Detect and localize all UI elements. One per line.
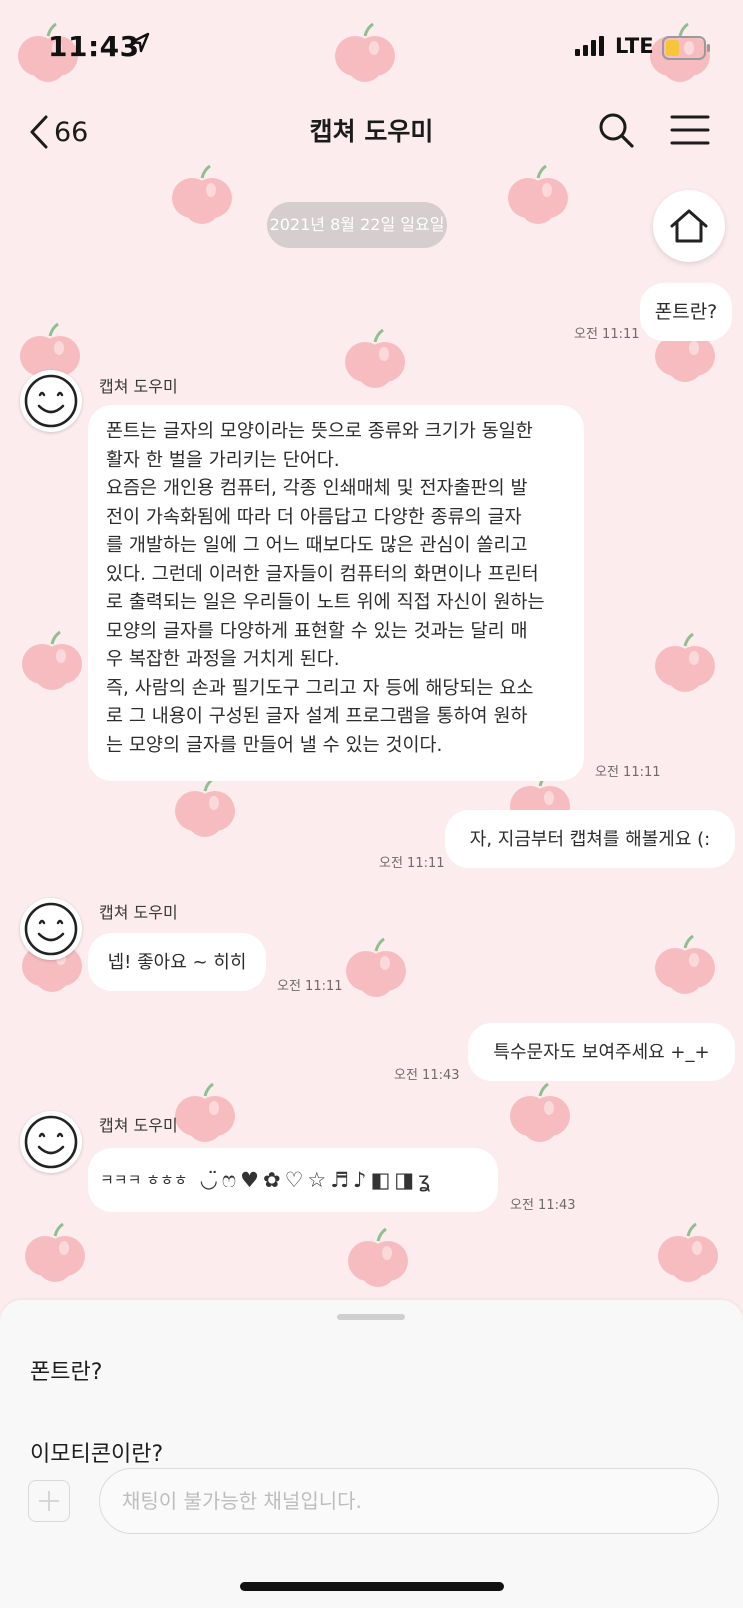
bottom-sheet: 폰트란? 이모티콘이란?	[0, 1300, 743, 1608]
message-line: 는 모양의 글자를 만들어 낼 수 있는 것이다.	[106, 734, 443, 756]
message-line: 폰트는 글자의 모양이라는 뜻으로 종류와 크기가 동일한	[106, 421, 533, 442]
message-time: 오전 11:43	[510, 1198, 576, 1213]
date-divider: 2021년 8월 22일 일요일	[267, 202, 447, 248]
symbol-glyph: ☆	[307, 1168, 327, 1192]
symbol-glyph: ♬	[330, 1168, 350, 1192]
status-bar: 11:43 LTE	[0, 0, 743, 96]
message-time: 오전 11:43	[394, 1068, 460, 1083]
symbol-glyph: ✿	[262, 1168, 281, 1192]
message-line: 우 복잡한 과정을 거치게 된다.	[106, 649, 340, 670]
plus-icon	[39, 1491, 59, 1511]
signal-icon	[575, 36, 604, 56]
chat-input[interactable]	[99, 1468, 719, 1534]
message-time: 오전 11:11	[277, 979, 343, 994]
my-message-bubble[interactable]: 자, 지금부터 캡쳐를 해볼게요 (:	[445, 810, 735, 868]
chat-header: 66 캡쳐 도우미	[0, 96, 743, 168]
search-icon[interactable]	[596, 110, 636, 150]
avatar[interactable]	[20, 898, 82, 960]
symbol-glyph: ◨	[394, 1168, 415, 1192]
symbol-glyph: ◧	[370, 1168, 391, 1192]
symbol-glyph: ʓ	[418, 1168, 431, 1192]
symbol-glyph: ♥	[240, 1168, 259, 1192]
message-line: 로 출력되는 일은 우리들이 노트 위에 직접 자신이 원하는	[106, 592, 545, 613]
bot-message-bubble[interactable]: 폰트는 글자의 모양이라는 뜻으로 종류와 크기가 동일한 활자 한 벌을 가리…	[88, 405, 584, 781]
plus-button[interactable]	[28, 1480, 70, 1522]
sheet-grabber[interactable]	[337, 1314, 405, 1320]
message-line: 모양의 글자를 다양하게 표현할 수 있는 것과는 달리 매	[106, 620, 528, 642]
message-text: 폰트란?	[654, 300, 718, 323]
status-time: 11:43	[48, 30, 140, 63]
location-arrow-icon	[130, 32, 150, 53]
my-message-bubble[interactable]: 특수문자도 보여주세요 +_+	[468, 1023, 735, 1081]
message-line: 활자 한 벌을 가리키는 단어다.	[106, 449, 340, 471]
symbol-glyph: ෆ	[221, 1168, 237, 1192]
bot-message-bubble[interactable]: ㅋㅋㅋ ㅎㅎㅎ ◡̈ ෆ ♥ ✿ ♡ ☆ ♬ ♪ ◧ ◨ ʓ	[88, 1148, 498, 1212]
message-line: 를 개발하는 일에 그 어느 때보다도 많은 관심이 쏠리고	[106, 535, 528, 556]
symbol-glyph: ♡	[284, 1168, 304, 1192]
bot-message-bubble[interactable]: 넵! 좋아요 ~ 히히	[88, 933, 266, 991]
sender-name: 캡쳐 도우미	[99, 377, 178, 396]
message-time: 오전 11:11	[595, 765, 661, 780]
message-line: 즉, 사람의 손과 필기도구 그리고 자 등에 해당되는 요소	[106, 677, 534, 699]
sender-name: 캡쳐 도우미	[99, 1116, 178, 1135]
sender-name: 캡쳐 도우미	[99, 903, 178, 922]
message-text: ㅋㅋㅋ ㅎㅎㅎ	[100, 1170, 188, 1189]
message-line: 요즘은 개인용 컴퓨터, 각종 인쇄매체 및 전자출판의 발	[106, 478, 528, 499]
message-text: 특수문자도 보여주세요 +_+	[493, 1041, 710, 1063]
home-indicator	[240, 1582, 504, 1591]
message-time: 오전 11:11	[574, 327, 640, 342]
home-button[interactable]	[653, 190, 725, 262]
smiley-avatar-icon	[24, 374, 78, 428]
quick-reply[interactable]: 폰트란?	[30, 1354, 102, 1386]
network-type: LTE	[615, 34, 654, 58]
home-icon	[670, 209, 708, 243]
avatar[interactable]	[20, 1111, 82, 1173]
my-message-bubble[interactable]: 폰트란?	[640, 283, 732, 341]
menu-icon[interactable]	[670, 112, 710, 148]
message-line: 전이 가속화됨에 따라 더 아름답고 다양한 종류의 글자	[106, 506, 522, 528]
message-line: 있다. 그런데 이러한 글자들이 컴퓨터의 화면이나 프린터	[106, 563, 539, 585]
message-text: 넵! 좋아요 ~ 히히	[107, 951, 247, 973]
avatar[interactable]	[20, 370, 82, 432]
smiley-avatar-icon	[24, 902, 78, 956]
symbol-glyph: ♪	[353, 1168, 367, 1192]
battery-icon	[662, 36, 710, 60]
quick-reply[interactable]: 이모티콘이란?	[30, 1436, 163, 1468]
smiley-avatar-icon	[24, 1115, 78, 1169]
message-time: 오전 11:11	[379, 856, 445, 871]
message-text: 자, 지금부터 캡쳐를 해볼게요 (:	[469, 828, 711, 850]
symbol-glyph: ◡̈	[199, 1168, 218, 1192]
message-line: 로 그 내용이 구성된 글자 설계 프로그램을 통하여 원하	[106, 706, 528, 727]
